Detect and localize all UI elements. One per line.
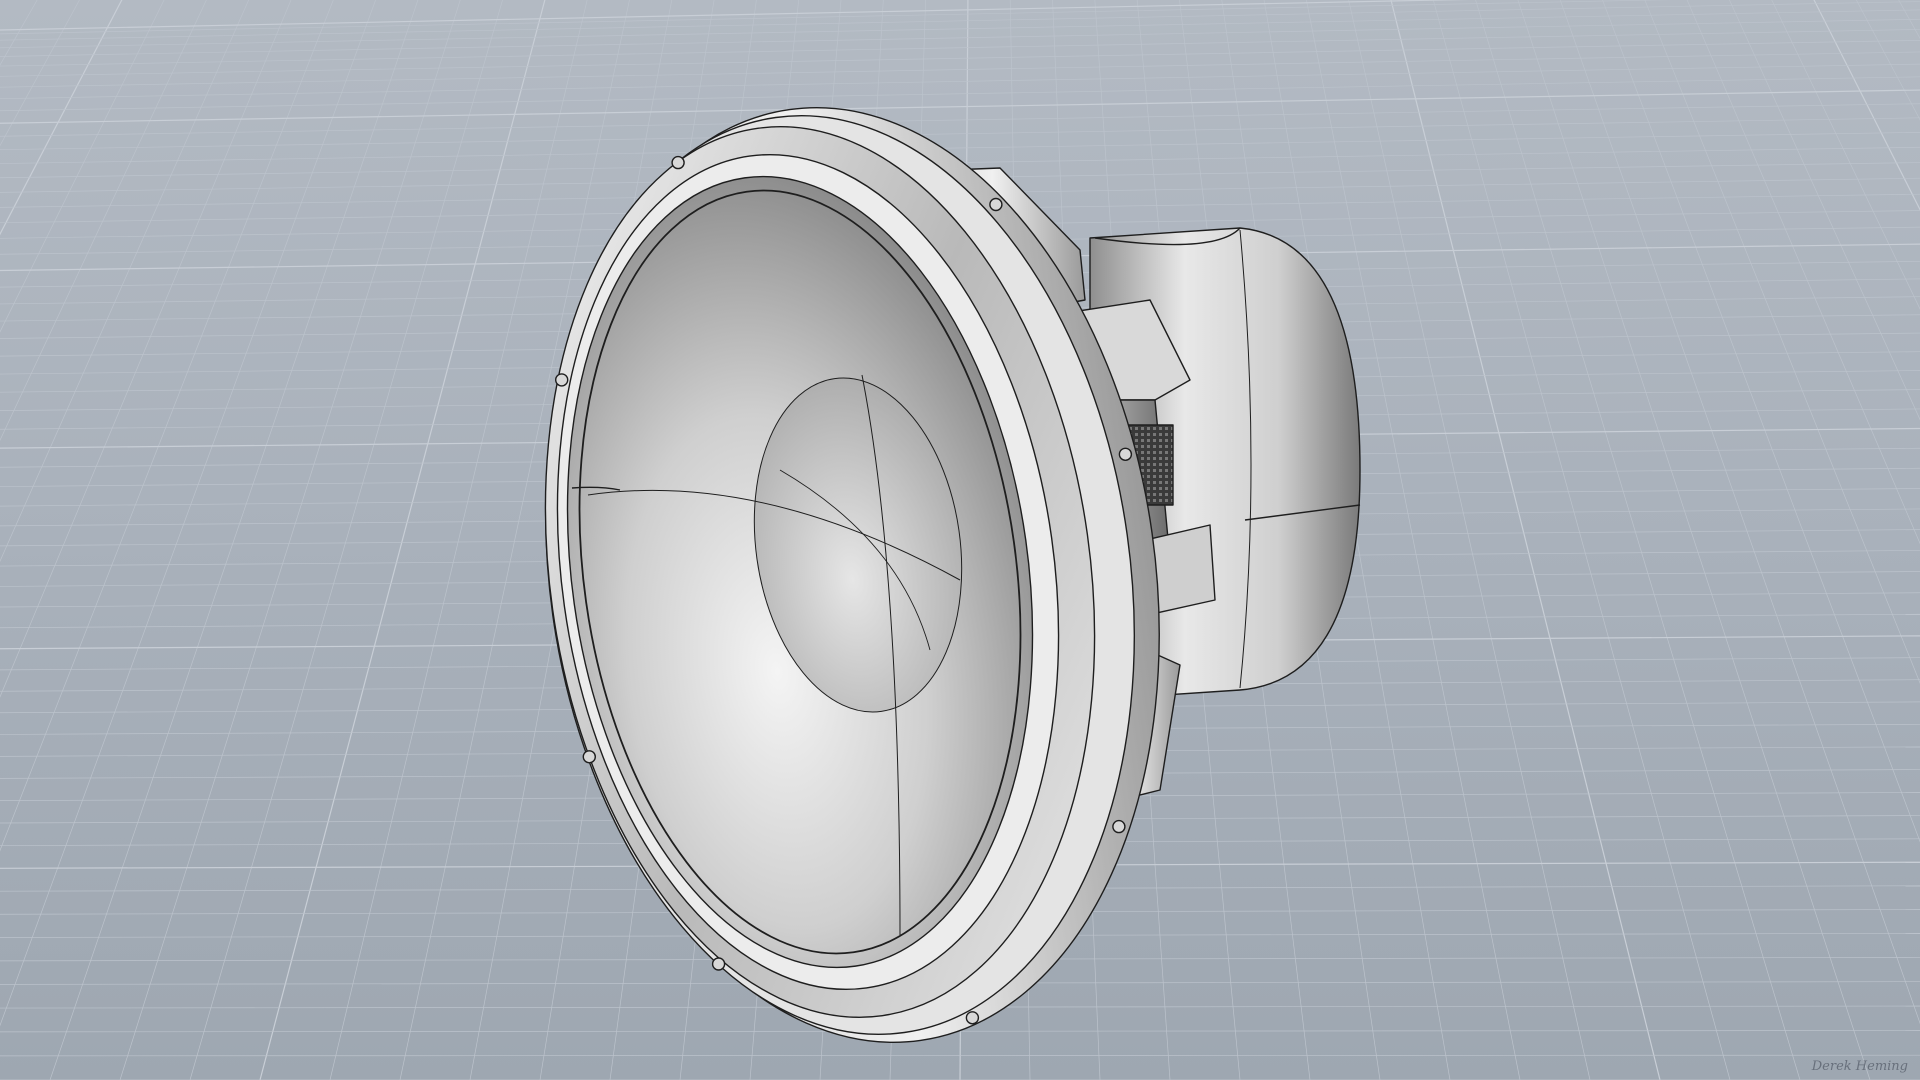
bolt-icon (1118, 447, 1133, 461)
author-signature: Derek Heming (1811, 1059, 1908, 1074)
bolt-icon (711, 957, 726, 971)
bolt-icon (671, 155, 685, 170)
bolt-icon (582, 750, 596, 764)
bolt-icon (989, 197, 1003, 212)
bolt-icon (965, 1011, 980, 1025)
bolt-icon (555, 373, 569, 387)
viewport-canvas[interactable]: Derek Heming (0, 0, 1920, 1080)
bolt-icon (1112, 819, 1126, 834)
3d-viewport[interactable]: Derek Heming (0, 0, 1920, 1080)
